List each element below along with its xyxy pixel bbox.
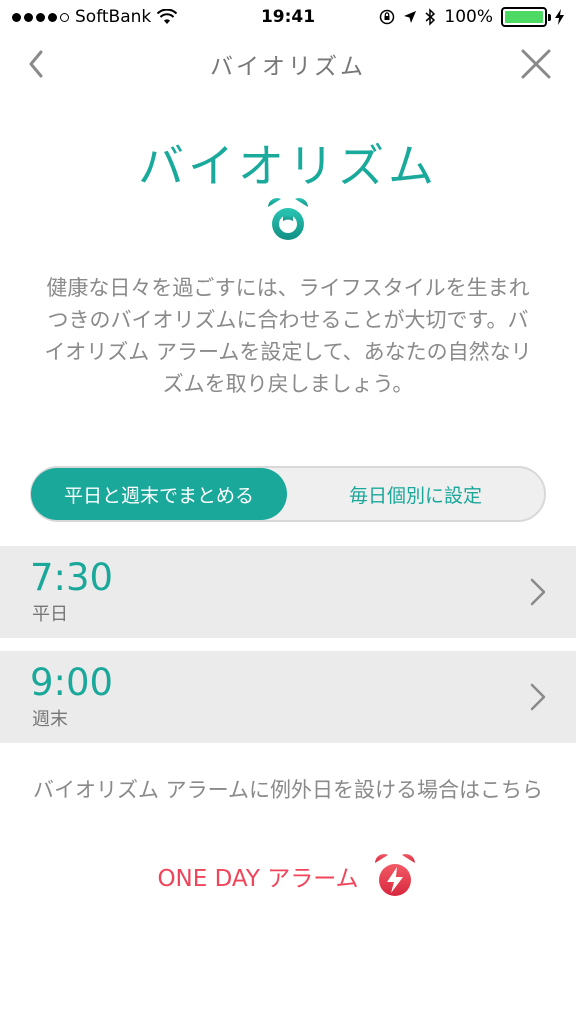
- alarm-day-label: 平日: [32, 604, 68, 625]
- mode-segmented-control: 平日と週末でまとめる 毎日個別に設定: [30, 466, 546, 522]
- status-bar: SoftBank 19:41 100%: [0, 0, 576, 34]
- signal-strength-icon: [12, 12, 69, 22]
- orientation-lock-icon: [380, 9, 395, 25]
- one-day-alarm-link[interactable]: ONE DAY アラーム: [0, 852, 576, 900]
- chevron-right-icon: [530, 578, 546, 606]
- chevron-right-icon: [530, 683, 546, 711]
- description-text: 健康な日々を過ごすには、ライフスタイルを生まれつきのバイオリズムに合わせることが…: [44, 276, 532, 396]
- one-day-alarm-label: ONE DAY アラーム: [157, 866, 359, 892]
- segment-each-day[interactable]: 毎日個別に設定: [287, 468, 544, 520]
- alarm-row-weekend[interactable]: 9:00 週末: [0, 651, 576, 743]
- status-right: 100%: [379, 7, 564, 27]
- battery-level: [505, 11, 543, 23]
- alarm-clock-icon: [268, 198, 308, 240]
- alarm-row-weekday[interactable]: 7:30 平日: [0, 546, 576, 638]
- alarm-time: 9:00: [30, 661, 114, 704]
- location-icon: [404, 11, 417, 23]
- close-icon[interactable]: [518, 46, 554, 82]
- carrier-name: SoftBank: [75, 7, 152, 27]
- bluetooth-icon: [425, 8, 436, 26]
- charging-icon: [555, 9, 564, 25]
- wifi-icon: [157, 9, 178, 24]
- alarm-day-label: 週末: [32, 709, 68, 730]
- exception-day-text: バイオリズム アラームに例外日を設ける場合はこちら: [32, 778, 544, 802]
- battery-icon: [501, 7, 551, 27]
- status-left: SoftBank: [12, 7, 178, 27]
- navigation-bar: バイオリズム: [0, 34, 576, 94]
- alarm-time: 7:30: [30, 556, 114, 599]
- one-day-alarm-icon: [374, 854, 415, 896]
- nav-title: バイオリズム: [210, 54, 366, 80]
- segment-weekday-weekend[interactable]: 平日と週末でまとめる: [31, 468, 287, 520]
- page-title: バイオリズム: [138, 139, 438, 193]
- chevron-left-icon[interactable]: [20, 46, 56, 82]
- battery-percentage: 100%: [444, 7, 493, 27]
